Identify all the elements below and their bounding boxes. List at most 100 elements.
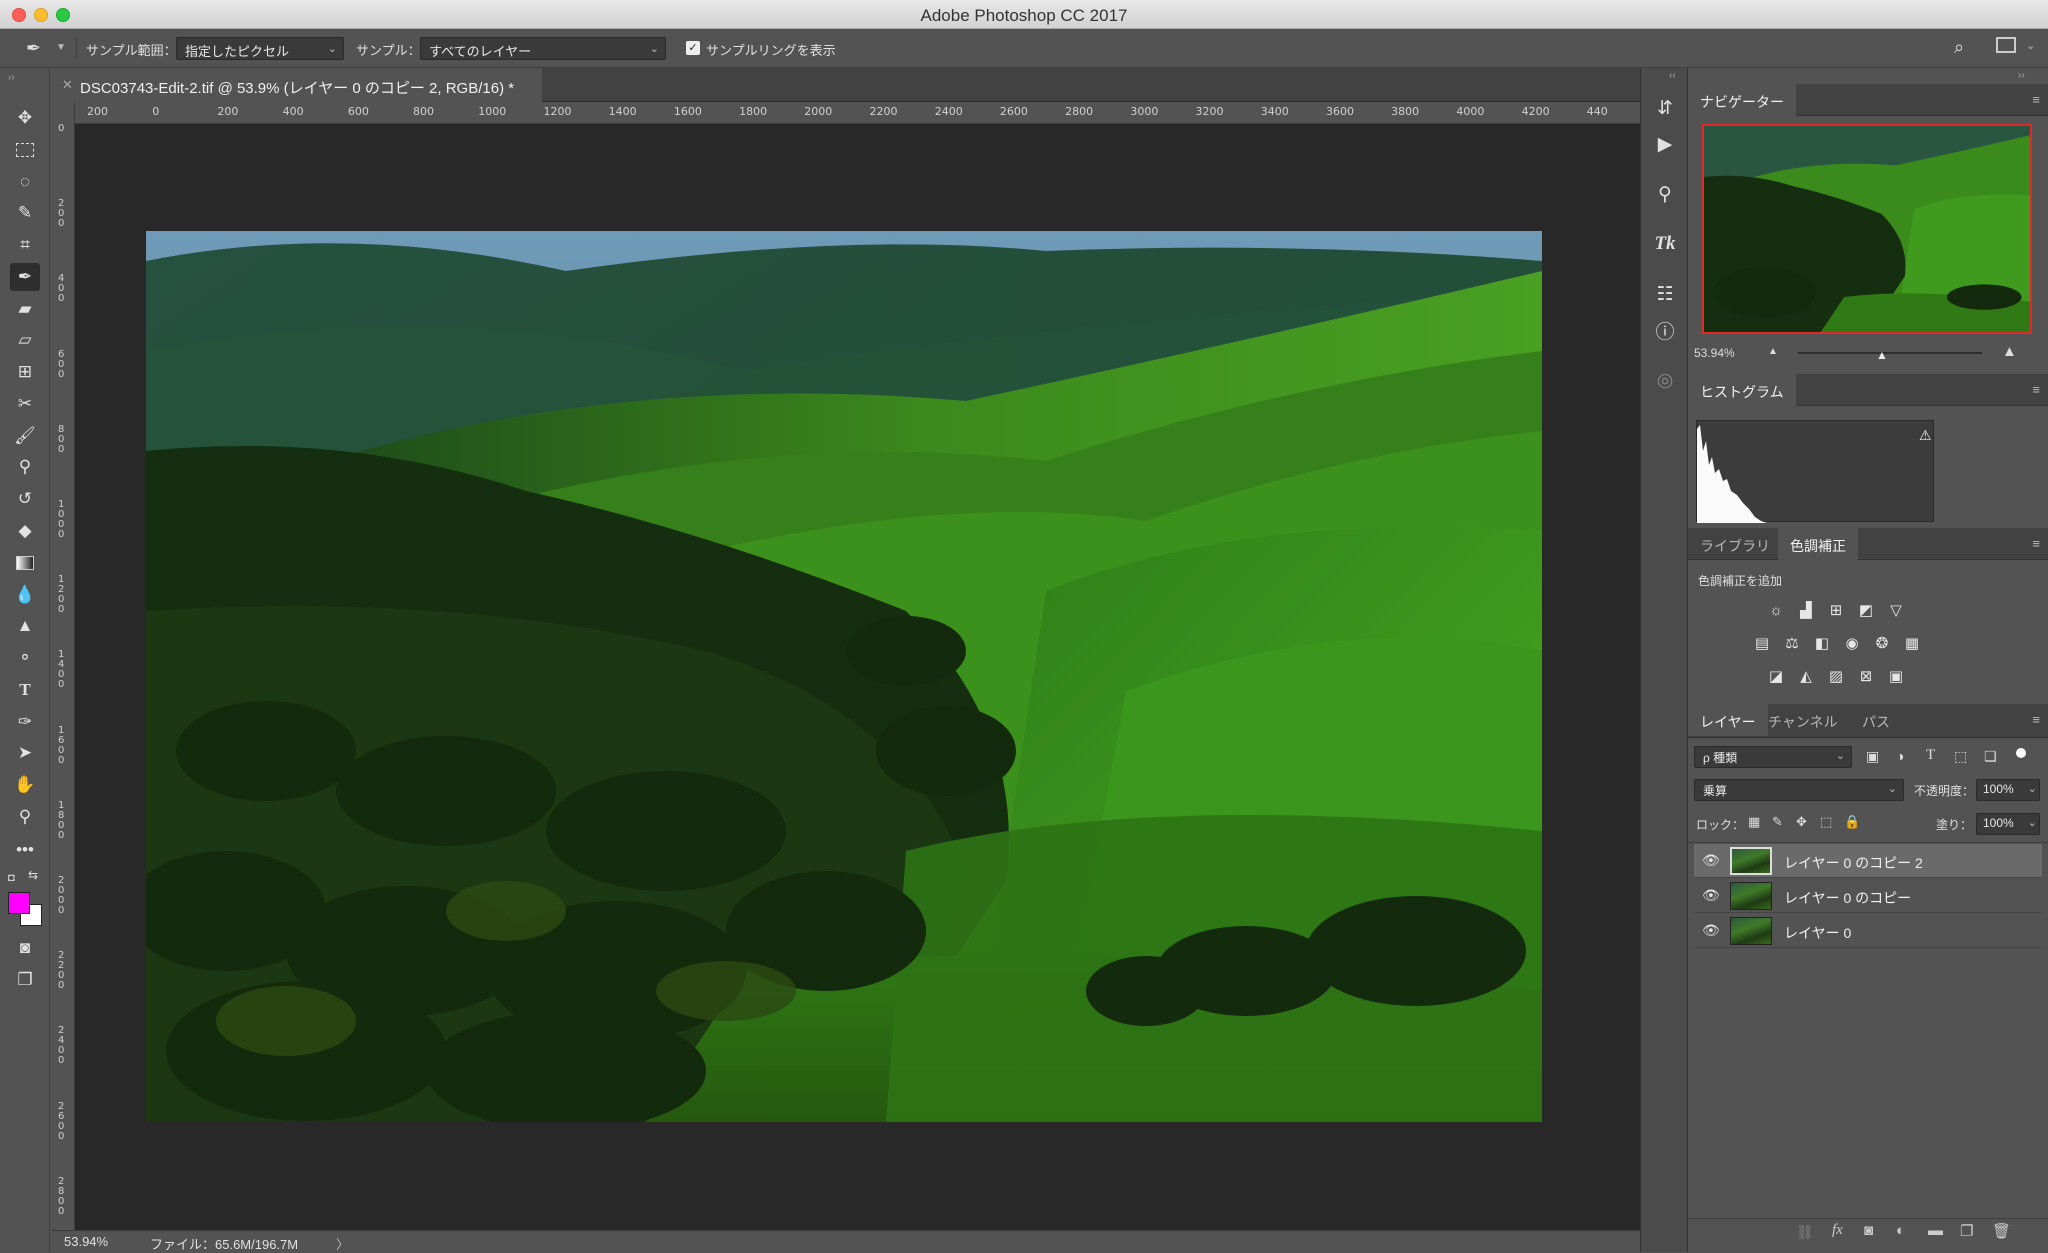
hue-saturation-icon[interactable]: ▤ — [1750, 631, 1774, 655]
tab-adjustments[interactable]: 色調補正 — [1778, 528, 1858, 560]
history-brush-tool-icon[interactable]: ↺ — [10, 485, 40, 513]
character-panel-icon[interactable]: Tk — [1651, 230, 1679, 258]
visibility-eye-icon[interactable]: 👁 — [1702, 922, 1720, 939]
default-colors-icon[interactable]: ◘ — [8, 872, 15, 884]
status-zoom[interactable]: 53.94% — [64, 1234, 108, 1249]
move-tool-icon[interactable]: ✥ — [10, 104, 40, 132]
navigator-zoom-value[interactable]: 53.94% — [1694, 346, 1735, 360]
close-icon[interactable]: ✕ — [62, 77, 73, 93]
zoom-out-icon[interactable]: ▲ — [1768, 346, 1778, 357]
panel-menu-icon[interactable]: ≡ — [2032, 536, 2040, 551]
document-image[interactable] — [146, 231, 1542, 1122]
layer-row[interactable]: 👁 レイヤー 0 のコピー 2 — [1694, 844, 2042, 878]
gradient-tool-icon[interactable] — [10, 549, 40, 577]
tab-channels[interactable]: チャンネル — [1756, 704, 1850, 736]
exposure-icon[interactable]: ◩ — [1854, 598, 1878, 622]
quick-mask-icon[interactable]: ◙ — [10, 934, 40, 962]
add-mask-icon[interactable]: ◙ — [1864, 1222, 1873, 1239]
new-layer-icon[interactable]: ❐ — [1960, 1222, 1973, 1240]
layer-row[interactable]: 👁 レイヤー 0 — [1694, 914, 2042, 948]
workspace-icon[interactable] — [1996, 37, 2016, 53]
visibility-eye-icon[interactable]: 👁 — [1702, 852, 1720, 869]
collapse-toolbox-icon[interactable]: ›› — [8, 72, 15, 83]
filter-adjustment-icon[interactable]: ◑ — [1896, 748, 1904, 764]
marquee-tool-icon[interactable] — [10, 136, 40, 164]
visibility-eye-icon[interactable]: 👁 — [1702, 887, 1720, 904]
info-panel-icon[interactable]: ⓘ — [1651, 316, 1679, 344]
gradient-map-icon[interactable]: ▣ — [1884, 664, 1908, 688]
type-tool-icon[interactable]: T — [10, 676, 40, 704]
selective-color-icon[interactable]: ⊠ — [1854, 664, 1878, 688]
layer-filter-select[interactable]: ρ 種類 ⌄ — [1694, 746, 1852, 768]
filter-type-icon[interactable]: T — [1926, 747, 1935, 764]
lock-all-icon[interactable]: 🔒 — [1844, 814, 1860, 830]
posterize-icon[interactable]: ◭ — [1794, 664, 1818, 688]
levels-icon[interactable]: ▟ — [1794, 598, 1818, 622]
filter-shape-icon[interactable]: ⬚ — [1954, 748, 1967, 765]
opacity-input[interactable]: 100% ⌄ — [1976, 779, 2040, 801]
vibrance-icon[interactable]: ▽ — [1884, 598, 1908, 622]
navigator-zoom-slider[interactable] — [1798, 352, 1982, 354]
content-aware-move-icon[interactable]: ✂ — [10, 390, 40, 418]
eyedropper-tool-icon[interactable]: ✒ — [10, 263, 40, 291]
new-group-icon[interactable]: ▬ — [1928, 1222, 1943, 1239]
sharpen-tool-icon[interactable]: ▲ — [10, 612, 40, 640]
search-icon[interactable]: ⌕ — [1954, 37, 1964, 58]
show-sampling-ring-checkbox[interactable]: ✓ — [686, 41, 700, 55]
actions-panel-icon[interactable]: ▶ — [1651, 130, 1679, 158]
clone-stamp-tool-icon[interactable]: ⚲ — [10, 453, 40, 481]
delete-layer-icon[interactable]: 🗑 — [1992, 1222, 2011, 1240]
lock-transparent-icon[interactable]: ▦ — [1748, 814, 1760, 830]
status-menu-arrow[interactable]: 〉 — [336, 1234, 349, 1253]
artboard-tool-icon[interactable]: ⊞ — [10, 358, 40, 386]
foreground-color-swatch[interactable] — [8, 892, 30, 914]
horizontal-ruler[interactable]: 200 0 200 400 600 800 1000 1200 1400 1600 1800 2000… — [75, 102, 1640, 124]
panel-menu-icon[interactable]: ≡ — [2032, 382, 2040, 397]
dodge-tool-icon[interactable]: ⚬ — [10, 644, 40, 672]
blur-tool-icon[interactable]: 💧 — [10, 581, 40, 609]
brush-tool-icon[interactable]: 🖌 — [10, 422, 40, 450]
more-tools-icon[interactable]: ••• — [10, 836, 40, 864]
crop-tool-icon[interactable]: ⌗ — [10, 231, 40, 259]
quick-selection-tool-icon[interactable]: ✎ — [10, 199, 40, 227]
tab-histogram[interactable]: ヒストグラム — [1688, 374, 1796, 406]
filter-toggle-icon[interactable] — [2016, 748, 2026, 758]
sample-select[interactable]: すべてのレイヤー ⌄ — [420, 37, 666, 60]
filter-pixel-icon[interactable]: ▣ — [1866, 748, 1879, 765]
chevron-down-icon[interactable]: ▼ — [56, 42, 66, 53]
panel-menu-icon[interactable]: ≡ — [2032, 92, 2040, 107]
patch-tool-icon[interactable]: ▱ — [10, 326, 40, 354]
layer-row[interactable]: 👁 レイヤー 0 のコピー — [1694, 879, 2042, 913]
blend-mode-select[interactable]: 乗算 ⌄ — [1694, 779, 1904, 801]
chevron-down-icon[interactable]: ⌄ — [2026, 39, 2035, 52]
panel-menu-icon[interactable]: ≡ — [2032, 712, 2040, 727]
sample-size-select[interactable]: 指定したピクセル ⌄ — [176, 37, 344, 60]
screen-mode-icon[interactable]: ❐ — [10, 966, 40, 994]
adobe-stock-panel-icon[interactable]: ◎ — [1651, 366, 1679, 394]
curves-icon[interactable]: ⊞ — [1824, 598, 1848, 622]
eraser-tool-icon[interactable]: ◆ — [10, 517, 40, 545]
threshold-icon[interactable]: ▨ — [1824, 664, 1848, 688]
vertical-ruler[interactable]: 0 2 0 0 4 0 0 6 0 0 8 0 0 1 0 0 0 1 2 0 0 1 4 0… — [52, 102, 75, 1230]
pen-tool-icon[interactable]: ✑ — [10, 708, 40, 736]
path-selection-tool-icon[interactable]: ➤ — [10, 739, 40, 767]
link-layers-icon[interactable]: ⛓ — [1796, 1224, 1814, 1241]
layer-style-icon[interactable]: fx — [1832, 1222, 1843, 1239]
invert-icon[interactable]: ◪ — [1764, 664, 1788, 688]
swap-colors-icon[interactable]: ⇆ — [28, 868, 38, 882]
lock-artboard-icon[interactable]: ⬚ — [1820, 814, 1832, 830]
lasso-tool-icon[interactable]: ◌ — [10, 168, 40, 196]
lock-position-icon[interactable]: ✥ — [1796, 814, 1807, 830]
collapse-dock-icon[interactable]: ‹‹ — [1669, 70, 1676, 81]
hand-tool-icon[interactable]: ✋ — [10, 771, 40, 799]
properties-panel-icon[interactable]: ☷ — [1651, 280, 1679, 308]
channel-mixer-icon[interactable]: ❂ — [1870, 631, 1894, 655]
zoom-in-icon[interactable]: ▲ — [2002, 343, 2017, 360]
navigator-preview[interactable] — [1702, 124, 2032, 334]
filter-smart-object-icon[interactable]: ❏ — [1984, 748, 1997, 765]
black-white-icon[interactable]: ◧ — [1810, 631, 1834, 655]
color-lookup-icon[interactable]: ▦ — [1900, 631, 1924, 655]
tab-paths[interactable]: パス — [1850, 704, 1902, 736]
fill-input[interactable]: 100% ⌄ — [1976, 813, 2040, 835]
brightness-contrast-icon[interactable]: ☼ — [1764, 598, 1788, 622]
